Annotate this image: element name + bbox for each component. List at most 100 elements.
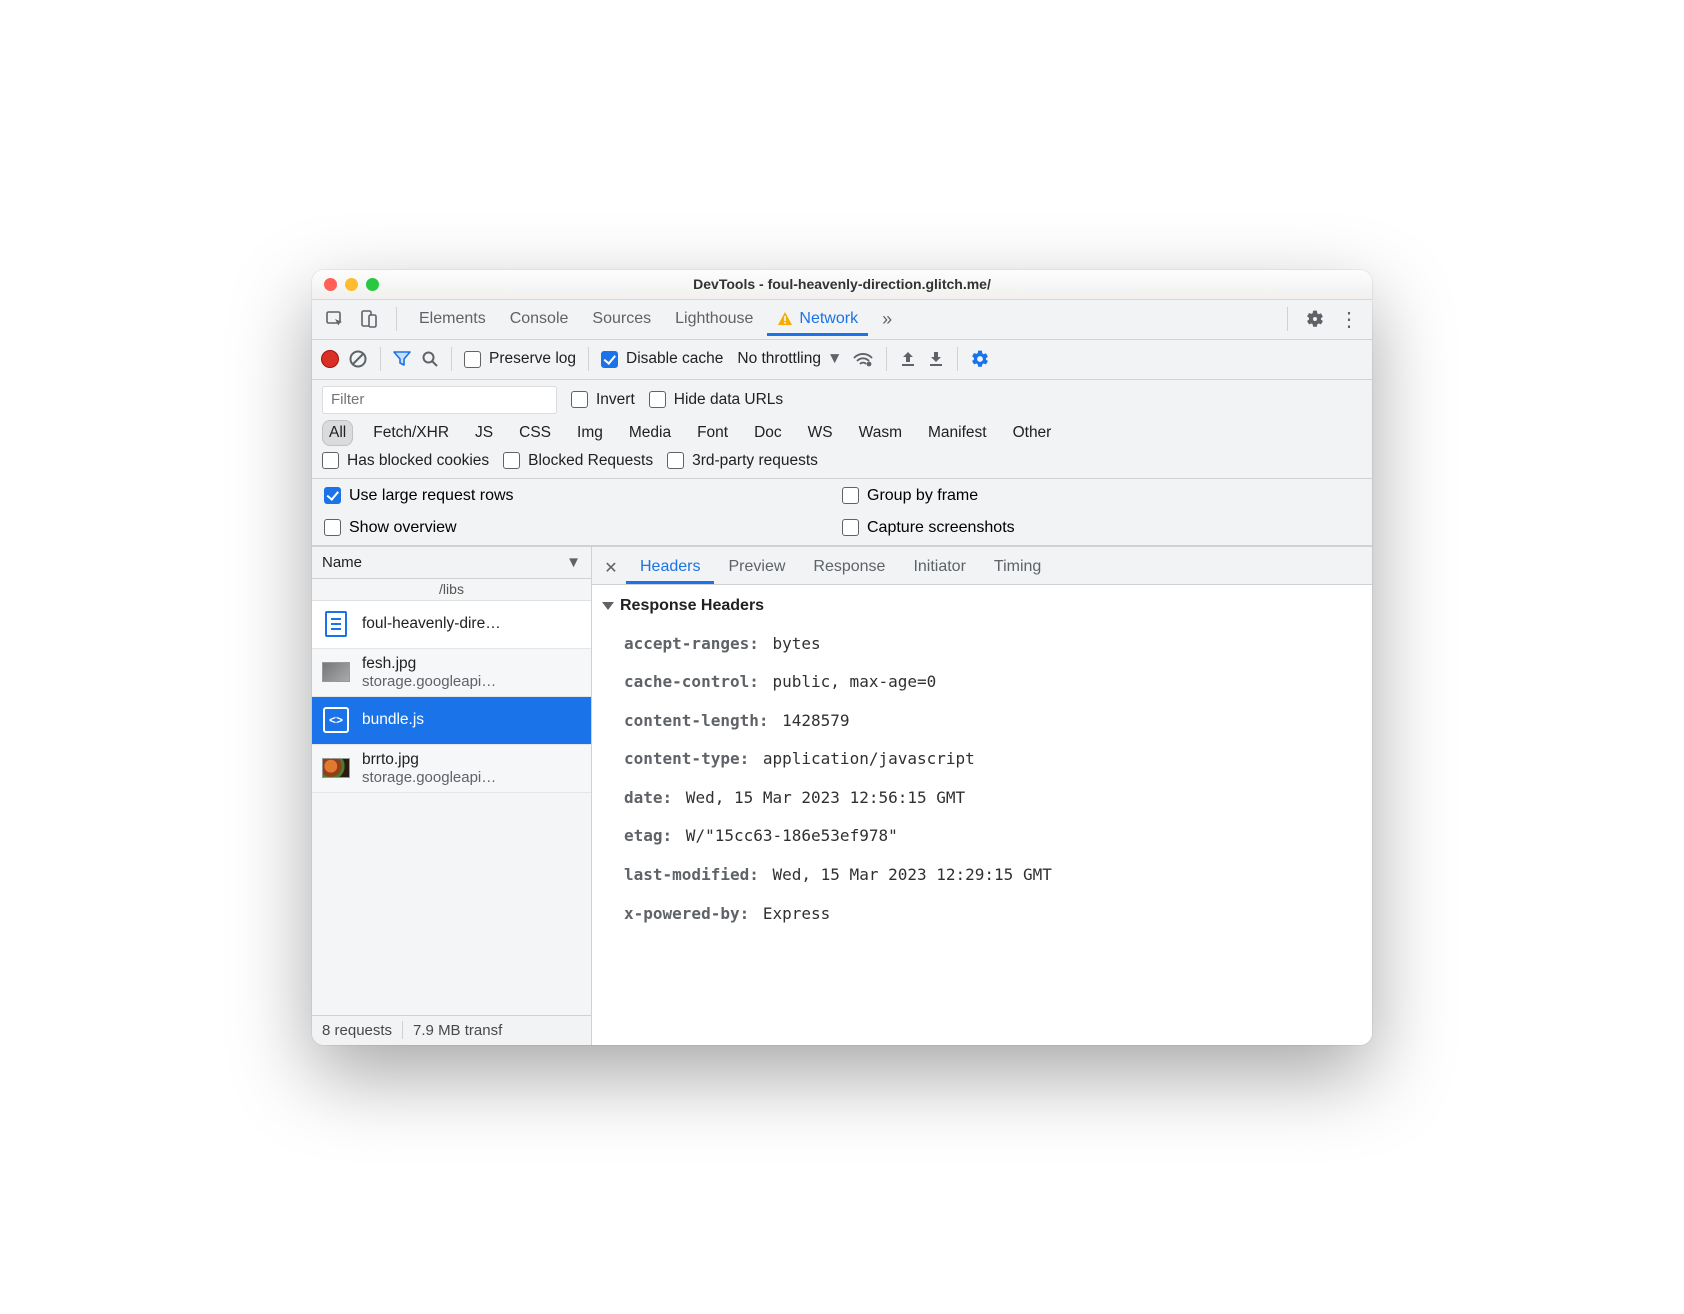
has-blocked-cookies-label: Has blocked cookies xyxy=(347,452,489,470)
hide-data-urls-checkbox[interactable]: Hide data URLs xyxy=(649,391,783,409)
invert-label: Invert xyxy=(596,391,635,409)
more-tabs-icon[interactable]: » xyxy=(872,304,902,334)
request-name: foul-heavenly-dire… xyxy=(362,615,501,633)
type-chip-other[interactable]: Other xyxy=(1007,421,1058,445)
preserve-log-checkbox[interactable]: Preserve log xyxy=(464,350,576,368)
tab-sources[interactable]: Sources xyxy=(582,302,661,336)
blocked-requests-checkbox[interactable]: Blocked Requests xyxy=(503,452,653,470)
detail-tab-preview[interactable]: Preview xyxy=(714,550,799,584)
checkbox-icon xyxy=(667,452,684,469)
filter-input[interactable] xyxy=(322,386,557,414)
detail-tab-initiator[interactable]: Initiator xyxy=(899,550,979,584)
group-by-frame-label: Group by frame xyxy=(867,487,978,505)
chevron-down-icon: ▼ xyxy=(566,554,581,571)
show-overview-label: Show overview xyxy=(349,519,457,537)
request-row[interactable]: fesh.jpgstorage.googleapi… xyxy=(312,649,591,697)
throttling-label: No throttling xyxy=(737,350,821,368)
maximize-window-button[interactable] xyxy=(366,278,379,291)
separator xyxy=(1287,307,1288,331)
type-chip-doc[interactable]: Doc xyxy=(748,421,788,445)
header-key: etag: xyxy=(624,826,672,845)
type-chip-manifest[interactable]: Manifest xyxy=(922,421,993,445)
minimize-window-button[interactable] xyxy=(345,278,358,291)
header-row: last-modified: Wed, 15 Mar 2023 12:29:15… xyxy=(600,856,1372,895)
header-row: content-length: 1428579 xyxy=(600,702,1372,741)
request-name: bundle.js xyxy=(362,711,424,729)
tab-console[interactable]: Console xyxy=(500,302,579,336)
invert-checkbox[interactable]: Invert xyxy=(571,391,635,409)
search-icon[interactable] xyxy=(421,350,439,368)
throttling-select[interactable]: No throttling ▼ xyxy=(737,350,842,368)
request-list-pane: Name ▼ /libs foul-heavenly-dire…fesh.jpg… xyxy=(312,547,592,1045)
status-bar: 8 requests 7.9 MB transf xyxy=(312,1015,591,1045)
network-toolbar: Preserve log Disable cache No throttling… xyxy=(312,340,1372,380)
tab-network[interactable]: Network xyxy=(767,302,868,336)
separator xyxy=(380,347,381,371)
group-by-frame-checkbox[interactable]: Group by frame xyxy=(842,487,1360,505)
type-chip-img[interactable]: Img xyxy=(571,421,609,445)
type-chip-wasm[interactable]: Wasm xyxy=(853,421,908,445)
checkbox-icon xyxy=(324,519,341,536)
column-header-label: Name xyxy=(322,554,362,571)
filter-funnel-icon[interactable] xyxy=(393,350,411,368)
separator xyxy=(396,307,397,331)
record-button[interactable] xyxy=(322,351,338,367)
has-blocked-cookies-checkbox[interactable]: Has blocked cookies xyxy=(322,452,489,470)
clear-icon[interactable] xyxy=(348,349,368,369)
section-title-label: Response Headers xyxy=(620,597,764,615)
inspect-element-icon[interactable] xyxy=(320,304,350,334)
tab-elements[interactable]: Elements xyxy=(409,302,496,336)
type-chip-media[interactable]: Media xyxy=(623,421,677,445)
type-chip-js[interactable]: JS xyxy=(469,421,499,445)
third-party-requests-checkbox[interactable]: 3rd-party requests xyxy=(667,452,818,470)
capture-screenshots-checkbox[interactable]: Capture screenshots xyxy=(842,519,1360,537)
type-chip-all[interactable]: All xyxy=(322,420,353,446)
request-row[interactable]: <>bundle.js xyxy=(312,697,591,745)
disclosure-triangle-icon xyxy=(602,602,614,610)
preserve-log-label: Preserve log xyxy=(489,350,576,368)
request-list[interactable]: /libs foul-heavenly-dire…fesh.jpgstorage… xyxy=(312,579,591,1015)
tab-lighthouse[interactable]: Lighthouse xyxy=(665,302,763,336)
disable-cache-checkbox[interactable]: Disable cache xyxy=(601,350,723,368)
column-header-name[interactable]: Name ▼ xyxy=(312,547,591,579)
upload-har-icon[interactable] xyxy=(899,350,917,368)
type-chip-font[interactable]: Font xyxy=(691,421,734,445)
kebab-menu-icon[interactable]: ⋮ xyxy=(1334,304,1364,334)
detail-tab-timing[interactable]: Timing xyxy=(980,550,1055,584)
request-row[interactable]: brrto.jpgstorage.googleapi… xyxy=(312,745,591,793)
detail-tab-headers[interactable]: Headers xyxy=(626,550,714,584)
checkbox-icon xyxy=(842,487,859,504)
separator xyxy=(886,347,887,371)
checkbox-icon xyxy=(324,487,341,504)
header-key: content-type: xyxy=(624,749,749,768)
detail-pane: ✕ HeadersPreviewResponseInitiatorTiming … xyxy=(592,547,1372,1045)
settings-gear-icon[interactable] xyxy=(1300,304,1330,334)
use-large-rows-checkbox[interactable]: Use large request rows xyxy=(324,487,842,505)
download-har-icon[interactable] xyxy=(927,350,945,368)
type-chip-css[interactable]: CSS xyxy=(513,421,557,445)
headers-panel[interactable]: Response Headers accept-ranges: bytescac… xyxy=(592,585,1372,1045)
response-headers-section[interactable]: Response Headers xyxy=(600,593,1372,625)
checkbox-icon xyxy=(842,519,859,536)
network-conditions-icon[interactable] xyxy=(852,350,874,368)
separator xyxy=(451,347,452,371)
checkbox-icon xyxy=(464,351,481,368)
checkbox-icon xyxy=(322,452,339,469)
type-chip-ws[interactable]: WS xyxy=(802,421,839,445)
filter-block: Invert Hide data URLs All Fetch/XHR JS CSS I… xyxy=(312,380,1372,479)
request-row[interactable]: foul-heavenly-dire… xyxy=(312,601,591,649)
detail-tab-response[interactable]: Response xyxy=(799,550,899,584)
network-settings-gear-icon[interactable] xyxy=(970,349,990,369)
close-window-button[interactable] xyxy=(324,278,337,291)
request-name: fesh.jpg xyxy=(362,655,496,673)
header-row: x-powered-by: Express xyxy=(600,895,1372,934)
separator xyxy=(402,1021,403,1039)
request-domain: storage.googleapi… xyxy=(362,769,496,786)
img-food-icon xyxy=(322,754,350,782)
disable-cache-label: Disable cache xyxy=(626,350,723,368)
close-detail-icon[interactable]: ✕ xyxy=(598,558,624,584)
use-large-rows-label: Use large request rows xyxy=(349,487,514,505)
show-overview-checkbox[interactable]: Show overview xyxy=(324,519,842,537)
type-chip-fetch-xhr[interactable]: Fetch/XHR xyxy=(367,421,455,445)
device-toolbar-icon[interactable] xyxy=(354,304,384,334)
